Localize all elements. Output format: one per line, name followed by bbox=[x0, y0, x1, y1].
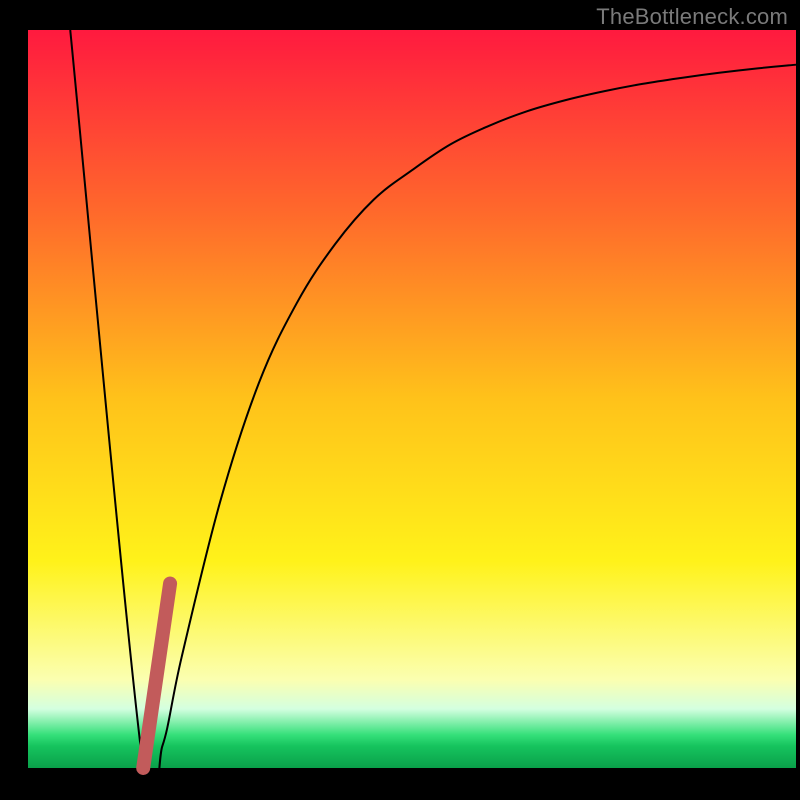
chart-frame: TheBottleneck.com bbox=[0, 0, 800, 800]
watermark-label: TheBottleneck.com bbox=[596, 4, 788, 30]
plot-background bbox=[28, 30, 796, 768]
chart-canvas bbox=[0, 0, 800, 800]
